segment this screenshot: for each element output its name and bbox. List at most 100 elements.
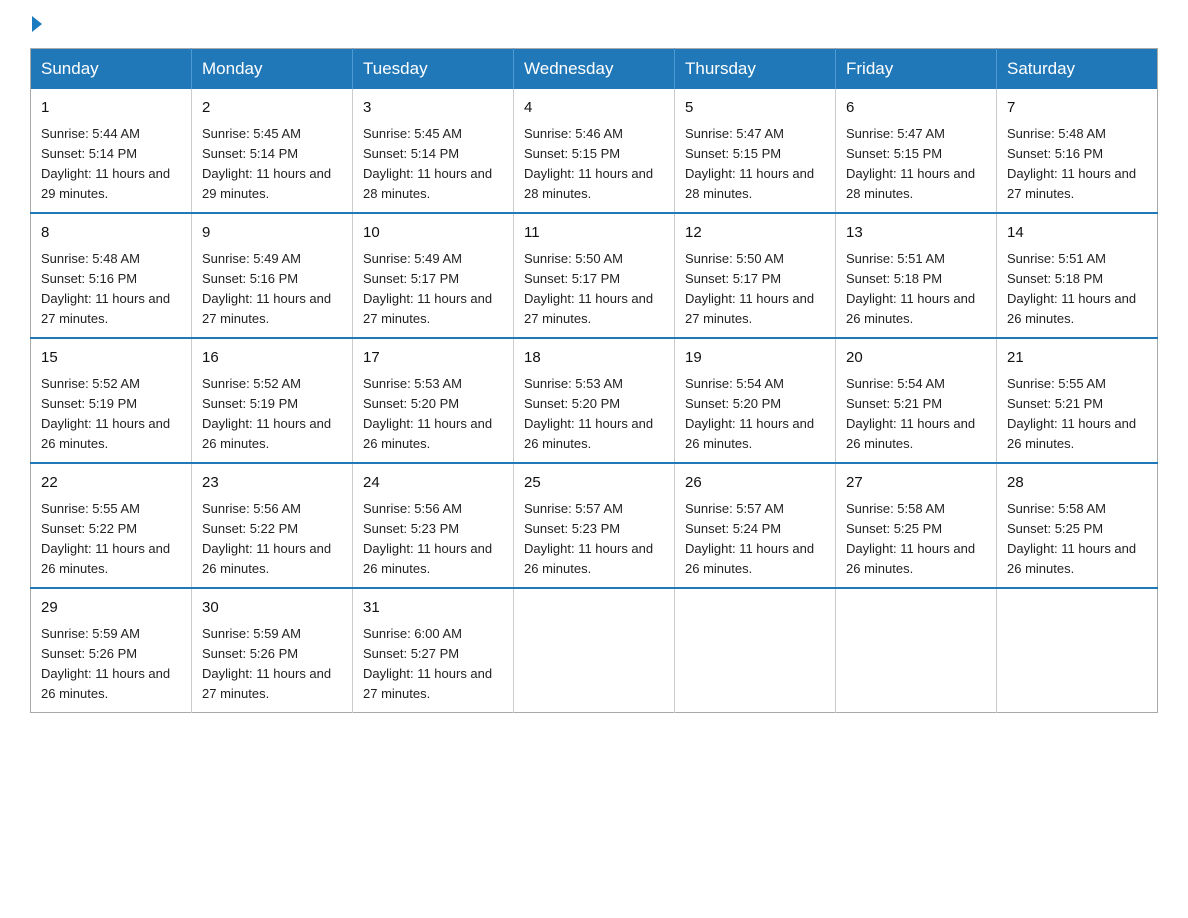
day-number: 27: [846, 472, 986, 495]
day-number: 29: [41, 597, 181, 620]
day-info: Sunrise: 5:53 AMSunset: 5:20 PMDaylight:…: [363, 374, 503, 455]
day-info: Sunrise: 5:45 AMSunset: 5:14 PMDaylight:…: [202, 124, 342, 205]
calendar-cell: 25 Sunrise: 5:57 AMSunset: 5:23 PMDayligh…: [514, 463, 675, 588]
weekday-header-friday: Friday: [836, 49, 997, 90]
day-number: 21: [1007, 347, 1147, 370]
calendar-week-row: 22Sunrise: 5:55 AMSunset: 5:22 PMDayligh…: [31, 463, 1158, 588]
logo-text: [30, 20, 42, 32]
day-number: 16: [202, 347, 342, 370]
calendar-cell: [675, 588, 836, 713]
calendar-cell: [997, 588, 1158, 713]
calendar-cell: 13 Sunrise: 5:51 AMSunset: 5:18 PMDayligh…: [836, 213, 997, 338]
day-number: 26: [685, 472, 825, 495]
day-number: 23: [202, 472, 342, 495]
logo-arrow-icon: [32, 16, 42, 32]
calendar-cell: 16 Sunrise: 5:52 AMSunset: 5:19 PMDayligh…: [192, 338, 353, 463]
calendar-cell: [514, 588, 675, 713]
calendar-cell: 17 Sunrise: 5:53 AMSunset: 5:20 PMDayligh…: [353, 338, 514, 463]
calendar-cell: 18Sunrise: 5:53 AMSunset: 5:20 PMDayligh…: [514, 338, 675, 463]
day-info: Sunrise: 5:48 AMSunset: 5:16 PMDaylight:…: [41, 249, 181, 330]
weekday-header-sunday: Sunday: [31, 49, 192, 90]
calendar-cell: 24 Sunrise: 5:56 AMSunset: 5:23 PMDayligh…: [353, 463, 514, 588]
day-number: 15: [41, 347, 181, 370]
day-info: Sunrise: 5:58 AMSunset: 5:25 PMDaylight:…: [846, 499, 986, 580]
day-info: Sunrise: 5:59 AMSunset: 5:26 PMDaylight:…: [202, 624, 342, 705]
day-info: Sunrise: 5:59 AMSunset: 5:26 PMDaylight:…: [41, 624, 181, 705]
calendar-cell: 29 Sunrise: 5:59 AMSunset: 5:26 PMDayligh…: [31, 588, 192, 713]
calendar-cell: 10Sunrise: 5:49 AMSunset: 5:17 PMDayligh…: [353, 213, 514, 338]
day-number: 1: [41, 97, 181, 120]
day-info: Sunrise: 5:57 AMSunset: 5:23 PMDaylight:…: [524, 499, 664, 580]
weekday-header-tuesday: Tuesday: [353, 49, 514, 90]
day-number: 19: [685, 347, 825, 370]
calendar-week-row: 29 Sunrise: 5:59 AMSunset: 5:26 PMDayligh…: [31, 588, 1158, 713]
day-number: 8: [41, 222, 181, 245]
calendar-week-row: 1 Sunrise: 5:44 AMSunset: 5:14 PMDaylight…: [31, 89, 1158, 213]
weekday-header-thursday: Thursday: [675, 49, 836, 90]
day-info: Sunrise: 5:50 AMSunset: 5:17 PMDaylight:…: [524, 249, 664, 330]
day-number: 20: [846, 347, 986, 370]
day-number: 24: [363, 472, 503, 495]
day-info: Sunrise: 5:44 AMSunset: 5:14 PMDaylight:…: [41, 124, 181, 205]
day-number: 14: [1007, 222, 1147, 245]
day-number: 2: [202, 97, 342, 120]
day-info: Sunrise: 5:49 AMSunset: 5:17 PMDaylight:…: [363, 249, 503, 330]
calendar-table: SundayMondayTuesdayWednesdayThursdayFrid…: [30, 48, 1158, 713]
calendar-cell: 3 Sunrise: 5:45 AMSunset: 5:14 PMDaylight…: [353, 89, 514, 213]
logo: [30, 20, 42, 28]
day-info: Sunrise: 5:47 AMSunset: 5:15 PMDaylight:…: [846, 124, 986, 205]
day-info: Sunrise: 5:54 AMSunset: 5:21 PMDaylight:…: [846, 374, 986, 455]
weekday-header-wednesday: Wednesday: [514, 49, 675, 90]
day-info: Sunrise: 5:52 AMSunset: 5:19 PMDaylight:…: [202, 374, 342, 455]
day-info: Sunrise: 5:48 AMSunset: 5:16 PMDaylight:…: [1007, 124, 1147, 205]
calendar-cell: 27 Sunrise: 5:58 AMSunset: 5:25 PMDayligh…: [836, 463, 997, 588]
calendar-cell: 2 Sunrise: 5:45 AMSunset: 5:14 PMDaylight…: [192, 89, 353, 213]
day-info: Sunrise: 5:46 AMSunset: 5:15 PMDaylight:…: [524, 124, 664, 205]
day-number: 11: [524, 222, 664, 245]
calendar-cell: 15 Sunrise: 5:52 AMSunset: 5:19 PMDayligh…: [31, 338, 192, 463]
calendar-cell: 4 Sunrise: 5:46 AMSunset: 5:15 PMDaylight…: [514, 89, 675, 213]
weekday-header-monday: Monday: [192, 49, 353, 90]
calendar-cell: 1 Sunrise: 5:44 AMSunset: 5:14 PMDaylight…: [31, 89, 192, 213]
day-number: 9: [202, 222, 342, 245]
day-number: 5: [685, 97, 825, 120]
calendar-cell: [836, 588, 997, 713]
day-number: 30: [202, 597, 342, 620]
calendar-week-row: 15 Sunrise: 5:52 AMSunset: 5:19 PMDayligh…: [31, 338, 1158, 463]
day-info: Sunrise: 5:54 AMSunset: 5:20 PMDaylight:…: [685, 374, 825, 455]
day-info: Sunrise: 5:51 AMSunset: 5:18 PMDaylight:…: [1007, 249, 1147, 330]
day-info: Sunrise: 5:56 AMSunset: 5:23 PMDaylight:…: [363, 499, 503, 580]
calendar-cell: 5Sunrise: 5:47 AMSunset: 5:15 PMDaylight…: [675, 89, 836, 213]
calendar-cell: 20 Sunrise: 5:54 AMSunset: 5:21 PMDayligh…: [836, 338, 997, 463]
calendar-cell: 21 Sunrise: 5:55 AMSunset: 5:21 PMDayligh…: [997, 338, 1158, 463]
day-info: Sunrise: 5:50 AMSunset: 5:17 PMDaylight:…: [685, 249, 825, 330]
day-number: 3: [363, 97, 503, 120]
day-info: Sunrise: 5:45 AMSunset: 5:14 PMDaylight:…: [363, 124, 503, 205]
day-info: Sunrise: 5:58 AMSunset: 5:25 PMDaylight:…: [1007, 499, 1147, 580]
calendar-cell: 12Sunrise: 5:50 AMSunset: 5:17 PMDayligh…: [675, 213, 836, 338]
day-info: Sunrise: 5:56 AMSunset: 5:22 PMDaylight:…: [202, 499, 342, 580]
day-info: Sunrise: 5:55 AMSunset: 5:21 PMDaylight:…: [1007, 374, 1147, 455]
day-number: 28: [1007, 472, 1147, 495]
day-info: Sunrise: 5:52 AMSunset: 5:19 PMDaylight:…: [41, 374, 181, 455]
day-number: 4: [524, 97, 664, 120]
calendar-cell: 8 Sunrise: 5:48 AMSunset: 5:16 PMDaylight…: [31, 213, 192, 338]
day-number: 25: [524, 472, 664, 495]
day-number: 17: [363, 347, 503, 370]
calendar-cell: 7 Sunrise: 5:48 AMSunset: 5:16 PMDaylight…: [997, 89, 1158, 213]
calendar-week-row: 8 Sunrise: 5:48 AMSunset: 5:16 PMDaylight…: [31, 213, 1158, 338]
calendar-cell: 11 Sunrise: 5:50 AMSunset: 5:17 PMDayligh…: [514, 213, 675, 338]
page-header: [30, 20, 1158, 28]
day-info: Sunrise: 6:00 AMSunset: 5:27 PMDaylight:…: [363, 624, 503, 705]
day-info: Sunrise: 5:57 AMSunset: 5:24 PMDaylight:…: [685, 499, 825, 580]
day-number: 6: [846, 97, 986, 120]
day-info: Sunrise: 5:53 AMSunset: 5:20 PMDaylight:…: [524, 374, 664, 455]
weekday-header-saturday: Saturday: [997, 49, 1158, 90]
calendar-cell: 28 Sunrise: 5:58 AMSunset: 5:25 PMDayligh…: [997, 463, 1158, 588]
day-info: Sunrise: 5:51 AMSunset: 5:18 PMDaylight:…: [846, 249, 986, 330]
day-number: 13: [846, 222, 986, 245]
calendar-cell: 31Sunrise: 6:00 AMSunset: 5:27 PMDayligh…: [353, 588, 514, 713]
calendar-cell: 26 Sunrise: 5:57 AMSunset: 5:24 PMDayligh…: [675, 463, 836, 588]
calendar-cell: 9Sunrise: 5:49 AMSunset: 5:16 PMDaylight…: [192, 213, 353, 338]
day-number: 7: [1007, 97, 1147, 120]
